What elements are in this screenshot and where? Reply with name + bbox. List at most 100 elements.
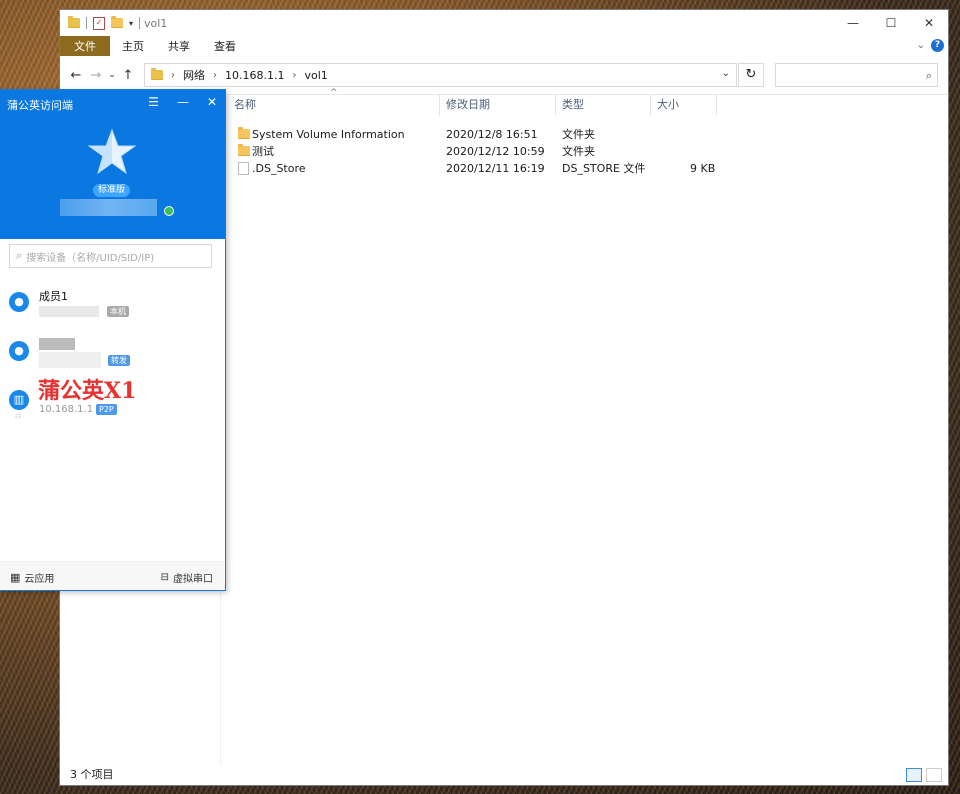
overlay-annotation: 蒲公英X1: [38, 378, 137, 404]
folder-icon: [238, 144, 250, 156]
online-status-icon: [164, 206, 174, 216]
properties-icon[interactable]: ✓: [93, 16, 105, 30]
member-name-redacted: [39, 338, 75, 350]
star-icon: [88, 128, 136, 175]
ribbon-tabs: 文件 主页 共享 查看 ⌄ ?: [60, 36, 948, 56]
close-button[interactable]: ✕: [910, 10, 948, 36]
quick-access-toolbar: ✓ ▾: [68, 16, 141, 30]
device-search-placeholder: 搜索设备（名称/UID/SID/IP): [26, 252, 155, 264]
tab-file[interactable]: 文件: [60, 36, 110, 56]
breadcrumb-separator-icon[interactable]: ›: [292, 70, 296, 81]
status-badge: 转发: [108, 355, 130, 366]
separator: [86, 17, 87, 29]
user-avatar-icon: ●: [9, 292, 29, 312]
recent-locations-chevron-icon[interactable]: ⌄: [106, 70, 118, 80]
new-folder-icon[interactable]: [111, 16, 123, 28]
virtual-serial-label: 虚拟串口: [173, 574, 213, 585]
serial-port-icon: ⊟: [160, 572, 169, 583]
forward-arrow-icon[interactable]: →: [86, 68, 106, 83]
device-search-input[interactable]: ⌕ 搜索设备（名称/UID/SID/IP): [9, 244, 212, 268]
menu-icon[interactable]: ☰: [148, 95, 159, 109]
status-bar: 3 个项目: [60, 765, 948, 785]
search-input[interactable]: [775, 63, 938, 87]
file-modified: 2020/12/8 16:51: [446, 128, 538, 141]
column-size[interactable]: 大小: [651, 94, 717, 116]
column-modified[interactable]: 修改日期: [440, 94, 556, 116]
file-type: 文件夹: [562, 145, 595, 158]
tab-view[interactable]: 查看: [202, 36, 248, 56]
file-modified: 2020/12/12 10:59: [446, 145, 545, 158]
file-row[interactable]: 测试 2020/12/12 10:59 文件夹: [228, 143, 948, 160]
status-badge: 本机: [107, 306, 129, 317]
large-icons-view-icon[interactable]: [926, 768, 942, 782]
search-icon: ⌕: [16, 249, 23, 262]
member-item[interactable]: ● 转发: [0, 336, 225, 376]
breadcrumb-separator-icon[interactable]: ›: [213, 70, 217, 81]
file-row[interactable]: System Volume Information 2020/12/8 16:5…: [228, 126, 948, 143]
breadcrumb-separator-icon[interactable]: ›: [171, 70, 175, 81]
window-title: vol1: [144, 16, 168, 30]
member-id-redacted: [39, 306, 99, 317]
network-location-icon: [151, 68, 163, 80]
device-ip: 10.168.1.1: [39, 404, 94, 415]
folder-icon: [238, 127, 250, 139]
minimize-icon[interactable]: —: [177, 95, 189, 109]
status-badge: P2P: [96, 404, 117, 415]
cloud-apps-label: 云应用: [24, 574, 55, 585]
help-icon[interactable]: ?: [931, 39, 944, 52]
network-drive-icon: [68, 16, 80, 28]
item-count: 3 个项目: [70, 768, 114, 781]
member-id-redacted: [39, 352, 101, 368]
customize-toolbar-icon[interactable]: ▾: [129, 19, 133, 28]
file-icon: [238, 162, 249, 175]
expand-ribbon-icon[interactable]: ⌄: [917, 40, 925, 51]
pgy-client-panel: 蒲公英访问端 ☰ — ✕ 标准版 ⌕ 搜索设备（名称/UID/SID/IP) ●…: [0, 90, 225, 590]
view-toggle: [906, 768, 942, 782]
member-name: 成员1: [39, 290, 68, 303]
minimize-button[interactable]: —: [834, 10, 872, 36]
edition-badge: 标准版: [93, 184, 131, 197]
pgy-header: 蒲公英访问端 ☰ — ✕ 标准版: [0, 90, 225, 239]
file-type: DS_STORE 文件: [562, 162, 646, 175]
file-name: System Volume Information: [252, 128, 405, 141]
back-arrow-icon[interactable]: ←: [66, 68, 86, 83]
details-view-icon[interactable]: [906, 768, 922, 782]
pgy-footer: ▦ 云应用 ⊟ 虚拟串口: [0, 561, 225, 590]
file-size: 9 KB: [690, 162, 716, 175]
close-icon[interactable]: ✕: [207, 95, 217, 109]
column-name[interactable]: 名称: [228, 94, 440, 116]
cloud-apps-button[interactable]: ▦ 云应用: [10, 570, 54, 585]
file-name: .DS_Store: [252, 162, 306, 175]
ribbon-right: ⌄ ?: [917, 39, 944, 52]
title-bar: ✓ ▾ vol1 — ☐ ✕: [60, 10, 948, 36]
column-headers: ^ 名称 修改日期 类型 大小: [228, 88, 948, 116]
file-list-pane[interactable]: ^ 名称 修改日期 类型 大小 System Volume Informatio…: [228, 88, 948, 765]
link-status-icon: ⚇: [15, 413, 22, 421]
breadcrumb-vol1[interactable]: vol1: [304, 69, 327, 82]
router-icon: ▥: [9, 390, 29, 410]
grid-icon: ▦: [10, 571, 21, 584]
user-avatar-icon: ●: [9, 341, 29, 361]
refresh-button[interactable]: ↻: [738, 63, 764, 87]
address-bar[interactable]: › 网络 › 10.168.1.1 › vol1 ⌄: [144, 63, 737, 87]
file-name: 测试: [252, 145, 274, 158]
maximize-button[interactable]: ☐: [872, 10, 910, 36]
pgy-title: 蒲公英访问端: [7, 99, 73, 112]
file-modified: 2020/12/11 16:19: [446, 162, 545, 175]
member-item[interactable]: ● 成员1 本机: [0, 288, 225, 328]
tab-home[interactable]: 主页: [110, 36, 156, 56]
column-type[interactable]: 类型: [556, 94, 651, 116]
breadcrumb-network[interactable]: 网络: [183, 67, 205, 83]
tab-share[interactable]: 共享: [156, 36, 202, 56]
separator: [139, 17, 141, 29]
file-type: 文件夹: [562, 128, 595, 141]
file-row[interactable]: .DS_Store 2020/12/11 16:19 DS_STORE 文件 9…: [228, 160, 948, 177]
address-dropdown-icon[interactable]: ⌄: [722, 68, 730, 79]
window-controls: — ☐ ✕: [834, 10, 948, 36]
pgy-window-controls: ☰ — ✕: [148, 95, 217, 109]
virtual-serial-button[interactable]: ⊟ 虚拟串口: [161, 570, 213, 585]
breadcrumb-host[interactable]: 10.168.1.1: [225, 69, 284, 82]
up-arrow-icon[interactable]: ↑: [118, 68, 138, 83]
account-name-redacted: [60, 199, 157, 216]
search-icon[interactable]: ⌕: [926, 69, 932, 83]
